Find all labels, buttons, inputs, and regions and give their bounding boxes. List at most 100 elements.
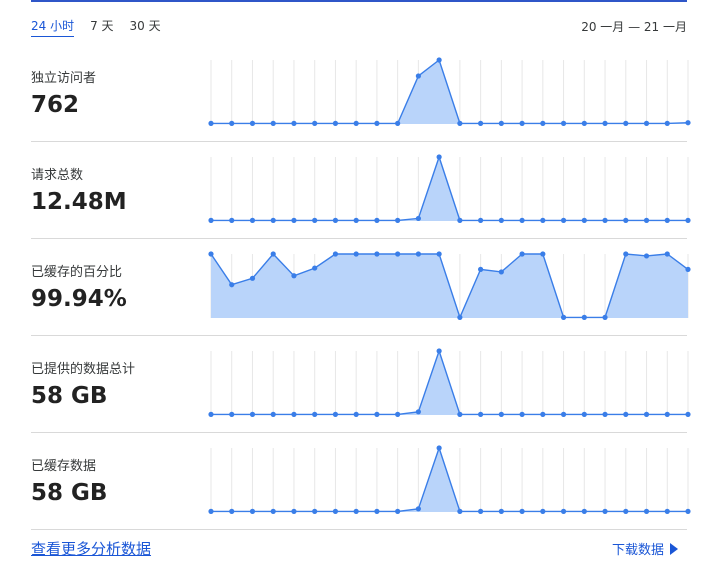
time-range-tabs: 24 小时 7 天 30 天: [31, 17, 161, 37]
data-point: [664, 411, 670, 417]
data-point: [312, 120, 318, 126]
date-range: 20 一月 — 21 一月: [581, 20, 687, 34]
data-point: [478, 217, 484, 223]
data-point: [664, 217, 670, 223]
data-point: [270, 217, 276, 223]
data-point: [602, 120, 608, 126]
data-point: [395, 217, 401, 223]
data-point: [312, 508, 318, 514]
data-point: [208, 120, 214, 126]
metric-unique-visitors: 独立访问者 762: [31, 44, 691, 142]
data-point: [395, 120, 401, 126]
data-point: [581, 508, 587, 514]
download-data-button[interactable]: 下载数据: [612, 539, 678, 558]
data-point: [560, 217, 567, 223]
data-point: [540, 411, 546, 417]
sparkline-cached-percent: [208, 251, 691, 320]
metric-value: 99.94%: [31, 286, 127, 312]
sparkline-total-data-served: [208, 348, 691, 417]
data-point: [685, 508, 691, 514]
data-point: [581, 120, 587, 126]
metric-label: 已缓存数据: [31, 459, 97, 474]
data-point: [374, 251, 380, 257]
data-point: [374, 217, 380, 223]
play-triangle-icon: [670, 542, 678, 555]
data-point: [457, 411, 463, 417]
data-point: [602, 411, 608, 417]
data-point: [374, 411, 380, 417]
data-point: [581, 217, 587, 223]
data-point: [623, 217, 629, 223]
data-point: [685, 217, 691, 223]
data-point: [478, 266, 484, 272]
data-point: [519, 120, 525, 126]
data-point: [353, 508, 359, 514]
data-point: [395, 411, 401, 417]
tab-7d[interactable]: 7 天: [90, 17, 113, 37]
sparkline-cached-data: [208, 445, 691, 514]
data-point: [353, 120, 359, 126]
data-point: [291, 411, 297, 417]
data-point: [229, 411, 235, 417]
tab-30d[interactable]: 30 天: [130, 17, 161, 37]
metric-value: 762: [31, 92, 80, 118]
data-point: [291, 273, 297, 279]
data-point: [478, 411, 484, 417]
more-analytics-link[interactable]: 查看更多分析数据: [31, 538, 151, 559]
data-point: [415, 251, 421, 257]
data-point: [685, 120, 691, 126]
data-point: [664, 120, 670, 126]
metric-cached-percent: 已缓存的百分比 99.94%: [31, 238, 691, 336]
metric-label: 已提供的数据总计: [31, 362, 136, 377]
data-point: [560, 508, 567, 514]
data-point: [229, 120, 235, 126]
data-point: [208, 217, 214, 223]
data-point: [436, 154, 442, 160]
data-point: [540, 508, 546, 514]
metric-value: 12.48M: [31, 189, 127, 215]
data-point: [249, 411, 256, 417]
data-point: [291, 217, 297, 223]
data-point: [664, 251, 670, 257]
data-point: [415, 73, 421, 79]
data-point: [498, 411, 504, 417]
data-point: [270, 251, 276, 257]
data-point: [395, 251, 401, 257]
data-point: [540, 251, 546, 257]
metric-value: 58 GB: [31, 383, 108, 409]
data-point: [643, 411, 650, 417]
tab-24h[interactable]: 24 小时: [31, 17, 75, 37]
data-point: [229, 282, 235, 288]
data-point: [498, 217, 504, 223]
data-point: [270, 411, 276, 417]
data-point: [415, 215, 421, 222]
data-point: [249, 275, 256, 281]
sparkline-unique-visitors: [208, 57, 691, 126]
data-point: [623, 411, 629, 417]
data-point: [436, 57, 442, 63]
data-point: [291, 508, 297, 514]
data-point: [374, 508, 380, 514]
data-point: [478, 120, 484, 126]
data-point: [498, 269, 504, 275]
metric-label: 独立访问者: [31, 71, 97, 86]
data-point: [436, 445, 442, 451]
data-point: [457, 217, 463, 223]
data-point: [436, 251, 442, 257]
data-point: [270, 508, 276, 514]
data-point: [249, 217, 256, 223]
data-point: [685, 411, 691, 417]
data-point: [519, 411, 525, 417]
data-point: [643, 508, 650, 514]
metric-total-data-served: 已提供的数据总计 58 GB: [31, 335, 691, 433]
metric-label: 请求总数: [31, 168, 84, 183]
data-point: [395, 508, 401, 514]
data-point: [415, 506, 421, 512]
data-point: [332, 251, 339, 257]
data-point: [560, 120, 567, 126]
data-point: [519, 508, 525, 514]
data-point: [208, 508, 214, 514]
data-point: [540, 217, 546, 223]
data-point: [457, 120, 463, 126]
data-point: [498, 120, 504, 126]
